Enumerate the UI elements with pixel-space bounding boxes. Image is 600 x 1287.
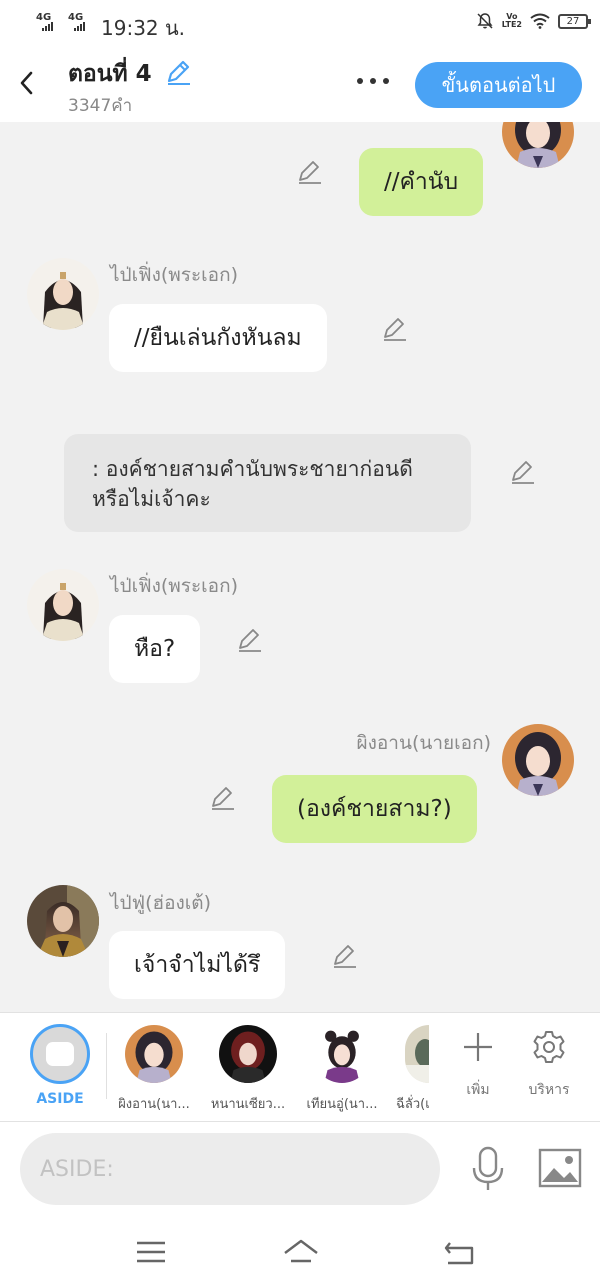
- edit-icon[interactable]: [380, 315, 408, 343]
- home-icon[interactable]: [282, 1237, 320, 1267]
- avatar-nanxiao-image: [219, 1025, 277, 1083]
- edit-icon[interactable]: [295, 158, 323, 186]
- avatar-baifeng[interactable]: [27, 258, 99, 330]
- microphone-icon[interactable]: [470, 1146, 506, 1192]
- character-name: ผิงอาน(นา...: [118, 1097, 190, 1112]
- chapter-header: ตอนที่ 4 3347คำ ขั้นตอนต่อไป: [0, 46, 600, 122]
- divider: [106, 1033, 107, 1099]
- word-count: 3347คำ: [68, 96, 133, 116]
- status-bar: 4G 4G 19:32 น. Vo LTE2 27: [0, 0, 600, 46]
- avatar-baifeng[interactable]: [27, 569, 99, 641]
- avatar-qiluo-image: [405, 1025, 429, 1083]
- narration-line: หรือไม่เจ้าคะ: [92, 487, 211, 511]
- pencil-icon[interactable]: [164, 58, 192, 86]
- avatar-pingan[interactable]: [502, 122, 574, 168]
- plus-icon[interactable]: [460, 1029, 496, 1065]
- avatar-tianwu-image: [313, 1025, 371, 1083]
- status-time: 19:32 น.: [101, 16, 186, 40]
- aside-label: ASIDE: [36, 1091, 84, 1107]
- message-bubble[interactable]: (องค์ชายสาม?): [272, 775, 477, 843]
- avatar-baifu-image: [27, 885, 99, 957]
- status-right-group: Vo LTE2 27: [476, 12, 591, 30]
- aside-input[interactable]: [20, 1133, 440, 1205]
- speaker-name: ไป่ฟู่(ฮ่องเต้): [110, 892, 212, 914]
- signal-bars-1-icon: [42, 22, 53, 31]
- character-avatar-qiluo[interactable]: [405, 1025, 429, 1083]
- more-dots-icon[interactable]: [355, 72, 391, 90]
- avatar-baifeng-image: [27, 569, 99, 641]
- next-step-button[interactable]: ขั้นตอนต่อไป: [415, 62, 582, 108]
- avatar-pingan[interactable]: [502, 724, 574, 796]
- manage-label[interactable]: บริหาร: [514, 1079, 584, 1101]
- speaker-name: ผิงอาน(นายเอก): [356, 732, 491, 754]
- character-selector-bar: ASIDE ผิงอาน(นา... หนานเซียว... เทียนอู่…: [0, 1012, 600, 1122]
- aside-narration-bubble[interactable]: : องค์ชายสามคำนับพระชายาก่อนดี หรือไม่เจ…: [64, 434, 471, 532]
- volte-indicator: Vo LTE2: [502, 13, 522, 29]
- back-arrow-icon[interactable]: [14, 66, 40, 100]
- menu-icon[interactable]: [134, 1237, 168, 1267]
- message-bubble[interactable]: //ยืนเล่นกังหันลม: [109, 304, 327, 372]
- edit-icon[interactable]: [208, 784, 236, 812]
- avatar-pingan-image: [125, 1025, 183, 1083]
- character-name: เทียนอู่(นา...: [306, 1097, 378, 1112]
- avatar-baifu[interactable]: [27, 885, 99, 957]
- gear-icon[interactable]: [531, 1029, 567, 1065]
- narration-line: : องค์ชายสามคำนับพระชายาก่อนดี: [92, 457, 413, 481]
- character-avatar-tianwu[interactable]: [313, 1025, 371, 1083]
- aside-selector-button[interactable]: [30, 1024, 90, 1084]
- message-bubble[interactable]: //คำนับ: [359, 148, 484, 216]
- wifi-icon: [530, 13, 550, 29]
- avatar-pingan-image: [502, 122, 574, 168]
- battery-indicator: 27: [558, 13, 591, 29]
- volte-bottom: LTE2: [501, 20, 522, 29]
- return-icon[interactable]: [442, 1237, 476, 1267]
- message-bubble[interactable]: หือ?: [109, 615, 201, 683]
- edit-icon[interactable]: [235, 626, 263, 654]
- edit-icon[interactable]: [330, 942, 358, 970]
- chat-bubble-icon: [46, 1042, 74, 1066]
- message-bubble[interactable]: เจ้าจำไม่ได้รึ: [109, 931, 286, 999]
- character-avatar-pingan[interactable]: [125, 1025, 183, 1083]
- chat-area[interactable]: //คำนับ ไป่เฟิ่ง(พระเอก) //ยืนเล่นกังหัน…: [0, 122, 600, 1012]
- signal-bars-2-icon: [74, 22, 85, 31]
- bell-muted-icon: [477, 13, 493, 29]
- image-icon[interactable]: [538, 1148, 582, 1188]
- speaker-name: ไป่เฟิ่ง(พระเอก): [110, 264, 239, 286]
- edit-icon[interactable]: [508, 458, 536, 486]
- character-avatar-nanxiao[interactable]: [219, 1025, 277, 1083]
- avatar-pingan-image: [502, 724, 574, 796]
- speaker-name: ไป่เฟิ่ง(พระเอก): [110, 575, 239, 597]
- input-bar: [0, 1122, 600, 1217]
- character-name: ฉีลั่ว(เ: [396, 1097, 430, 1112]
- add-label[interactable]: เพิ่ม: [443, 1079, 513, 1101]
- character-name: หนานเซียว...: [210, 1097, 286, 1112]
- system-nav-bar: [0, 1217, 600, 1287]
- avatar-baifeng-image: [27, 258, 99, 330]
- chapter-title: ตอนที่ 4: [68, 61, 152, 87]
